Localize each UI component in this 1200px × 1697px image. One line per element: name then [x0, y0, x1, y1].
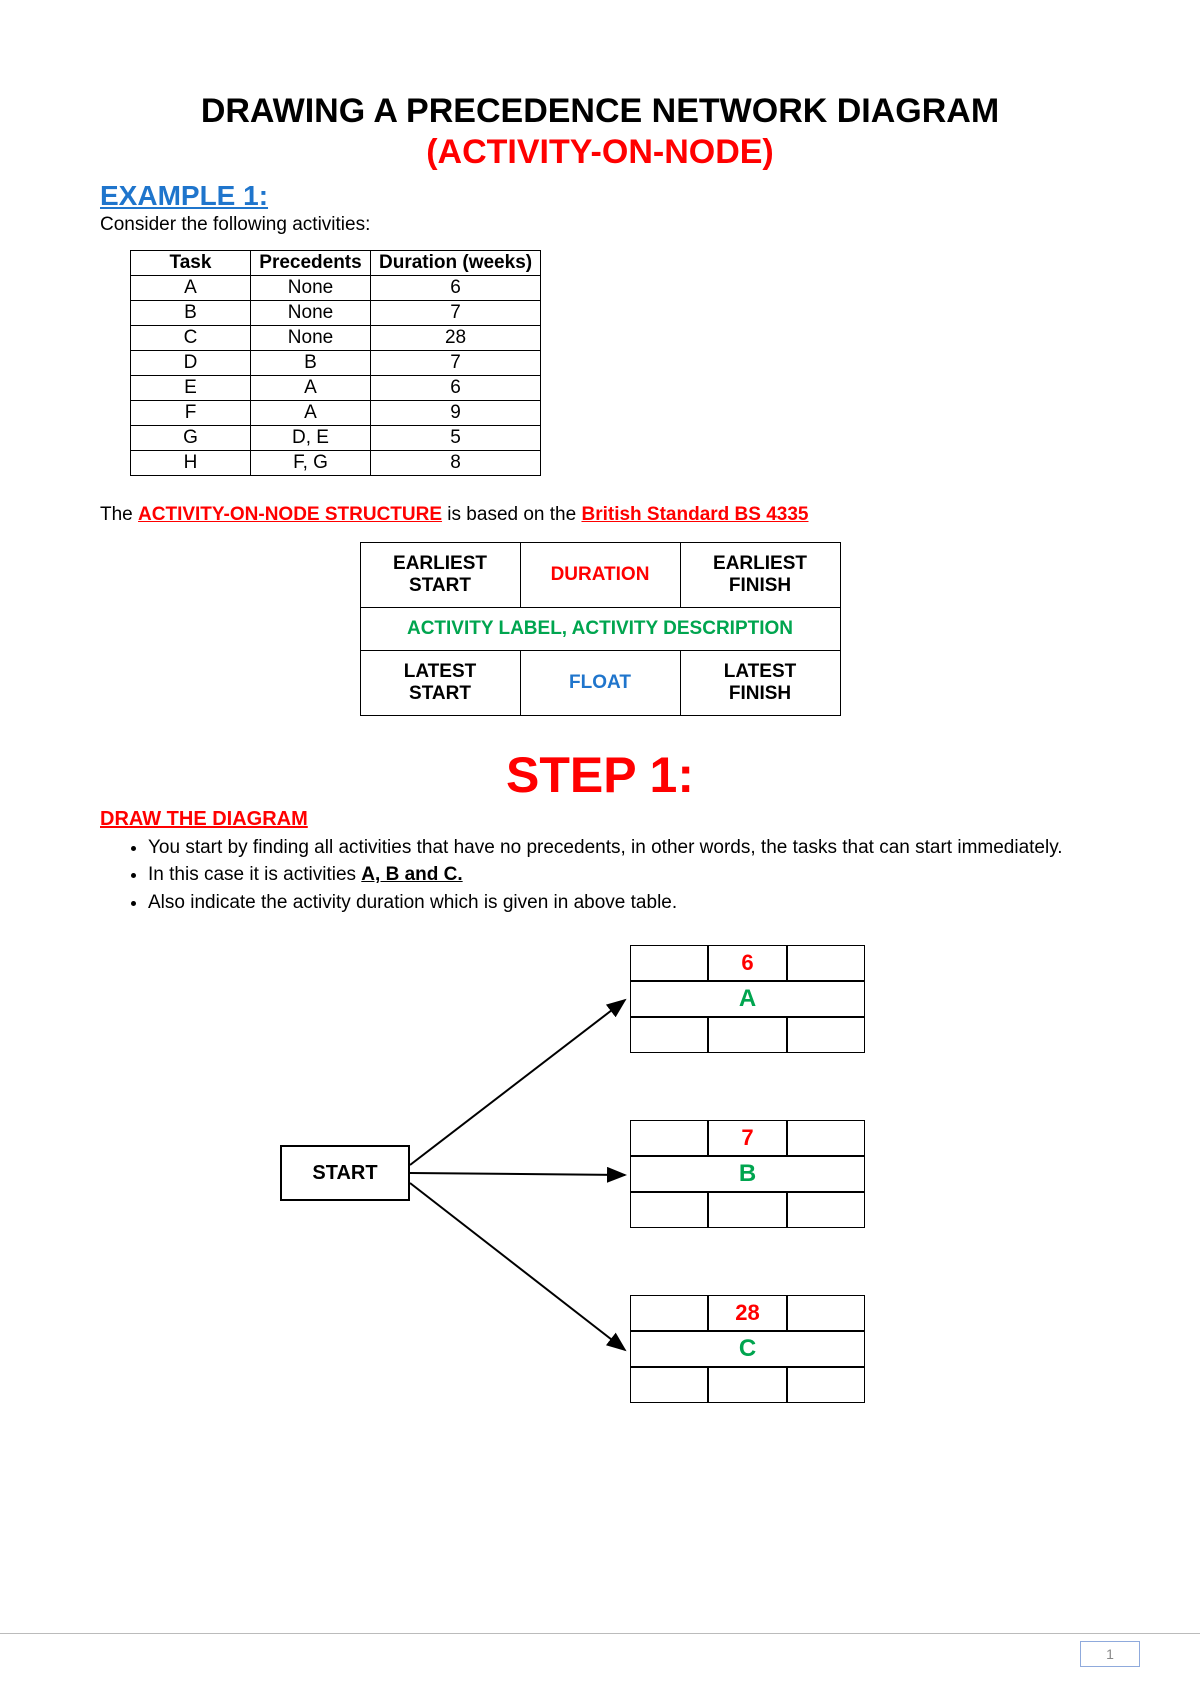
node-duration: 6 [708, 945, 786, 981]
table-row: BNone7 [131, 300, 541, 325]
table-cell: 7 [371, 350, 541, 375]
activity-node-A: 6A [630, 945, 865, 1053]
node-duration: 28 [708, 1295, 786, 1331]
node-label: C [630, 1331, 865, 1367]
table-cell: F, G [251, 450, 371, 475]
step1-bullets: You start by finding all activities that… [120, 835, 1100, 916]
table-row: GD, E5 [131, 425, 541, 450]
node-es [630, 1120, 708, 1156]
node-duration: 7 [708, 1120, 786, 1156]
table-row: FA9 [131, 400, 541, 425]
footer-divider [0, 1633, 1200, 1634]
legend-latest-finish: LATEST FINISH [680, 650, 840, 715]
table-cell: None [251, 300, 371, 325]
example-intro-text: Consider the following activities: [100, 214, 1100, 236]
table-cell: 6 [371, 375, 541, 400]
table-cell: A [131, 275, 251, 300]
legend-activity-label: ACTIVITY LABEL, ACTIVITY DESCRIPTION [360, 607, 840, 650]
node-lf [787, 1192, 865, 1228]
structure-note-mid: is based on the [442, 504, 581, 525]
legend-latest-start: LATEST START [360, 650, 520, 715]
page-title-sub: (ACTIVITY-ON-NODE) [100, 133, 1100, 172]
table-cell: None [251, 275, 371, 300]
table-cell: E [131, 375, 251, 400]
table-cell: H [131, 450, 251, 475]
activity-node-B: 7B [630, 1120, 865, 1228]
node-es [630, 945, 708, 981]
legend-earliest-start: EARLIEST START [360, 542, 520, 607]
list-item: Also indicate the activity duration whic… [148, 890, 1100, 916]
page-title-main: DRAWING A PRECEDENCE NETWORK DIAGRAM [100, 90, 1100, 133]
node-float [708, 1017, 786, 1053]
activities-table-header: Task [131, 250, 251, 275]
table-cell: 5 [371, 425, 541, 450]
node-ef [787, 945, 865, 981]
node-ef [787, 1295, 865, 1331]
table-row: EA6 [131, 375, 541, 400]
structure-note-aon: ACTIVITY-ON-NODE STRUCTURE [138, 504, 442, 525]
table-row: DB7 [131, 350, 541, 375]
node-float [708, 1367, 786, 1403]
structure-note: The ACTIVITY-ON-NODE STRUCTURE is based … [100, 504, 1100, 526]
legend-earliest-finish: EARLIEST FINISH [680, 542, 840, 607]
activities-table: TaskPrecedentsDuration (weeks) ANone6BNo… [130, 250, 541, 476]
table-row: HF, G8 [131, 450, 541, 475]
node-float [708, 1192, 786, 1228]
node-lf [787, 1367, 865, 1403]
table-cell: A [251, 400, 371, 425]
activities-table-header: Precedents [251, 250, 371, 275]
table-cell: D, E [251, 425, 371, 450]
node-ls [630, 1192, 708, 1228]
page-number: 1 [1080, 1641, 1140, 1667]
table-cell: 8 [371, 450, 541, 475]
list-item: In this case it is activities A, B and C… [148, 862, 1100, 888]
node-structure-legend: EARLIEST START DURATION EARLIEST FINISH … [360, 542, 841, 716]
table-cell: B [131, 300, 251, 325]
node-lf [787, 1017, 865, 1053]
table-row: ANone6 [131, 275, 541, 300]
network-diagram: START 6A 7B 28C [100, 935, 1100, 1455]
table-cell: A [251, 375, 371, 400]
list-item: You start by finding all activities that… [148, 835, 1100, 861]
table-cell: C [131, 325, 251, 350]
table-cell: 28 [371, 325, 541, 350]
structure-note-bs: British Standard BS 4335 [581, 504, 808, 525]
table-cell: B [251, 350, 371, 375]
step1-heading: STEP 1: [100, 746, 1100, 804]
node-label: B [630, 1156, 865, 1192]
step1-subheading: DRAW THE DIAGRAM [100, 808, 1100, 831]
diagram-start-node: START [280, 1145, 410, 1201]
table-cell: F [131, 400, 251, 425]
table-cell: None [251, 325, 371, 350]
node-ls [630, 1367, 708, 1403]
activity-node-C: 28C [630, 1295, 865, 1403]
table-cell: 9 [371, 400, 541, 425]
node-ls [630, 1017, 708, 1053]
table-cell: G [131, 425, 251, 450]
node-ef [787, 1120, 865, 1156]
diagram-arrows [100, 935, 1100, 1455]
node-es [630, 1295, 708, 1331]
example-heading: EXAMPLE 1: [100, 180, 1100, 212]
activities-table-header: Duration (weeks) [371, 250, 541, 275]
table-cell: D [131, 350, 251, 375]
table-row: CNone28 [131, 325, 541, 350]
table-cell: 7 [371, 300, 541, 325]
legend-float: FLOAT [520, 650, 680, 715]
table-cell: 6 [371, 275, 541, 300]
legend-duration: DURATION [520, 542, 680, 607]
node-label: A [630, 981, 865, 1017]
structure-note-pre: The [100, 504, 138, 525]
